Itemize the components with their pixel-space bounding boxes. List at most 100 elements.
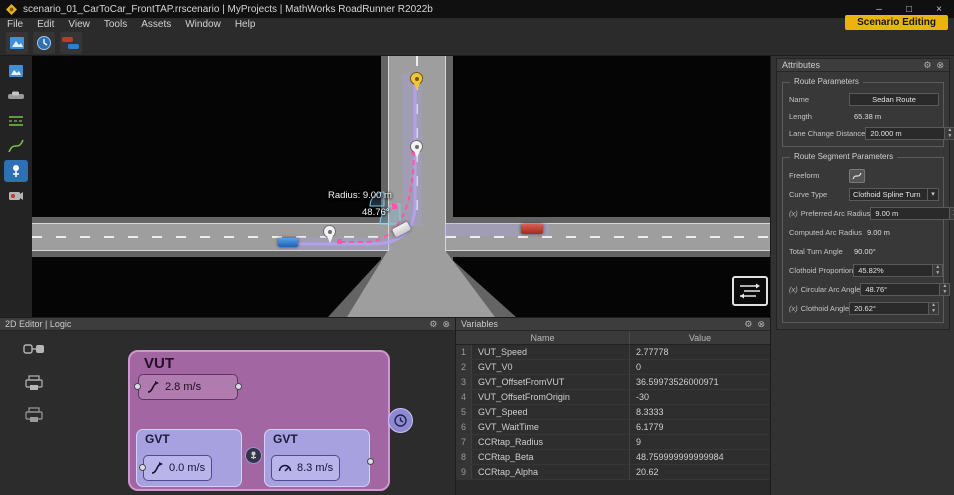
clothoid-angle-spinner[interactable]: 20.62° ▲▼	[849, 302, 939, 315]
freeform-toggle-button[interactable]	[849, 169, 865, 183]
variable-row[interactable]: 1VUT_Speed2.77778	[456, 345, 770, 360]
variable-value[interactable]: 36.59973526000971	[630, 375, 770, 389]
spinner-arrows[interactable]: ▲▼	[944, 128, 954, 139]
fx-badge[interactable]: (x)	[789, 304, 798, 313]
gear-icon[interactable]: ⚙	[429, 318, 437, 331]
output-port[interactable]	[367, 458, 374, 465]
attributes-header: Attributes ⚙ ⊗	[777, 59, 949, 72]
spin-down-icon[interactable]: ▼	[940, 290, 949, 296]
input-port[interactable]	[139, 464, 146, 471]
vehicle-asset-button[interactable]	[4, 85, 28, 107]
close-panel-icon[interactable]: ⊗	[757, 318, 765, 331]
row-number: 7	[456, 435, 472, 449]
wait-time-node[interactable]	[388, 408, 413, 433]
spin-down-icon[interactable]: ▼	[945, 134, 954, 140]
menu-help[interactable]: Help	[228, 19, 263, 30]
scenario-vehicles-button[interactable]	[60, 32, 82, 54]
variable-name: CCRtap_Alpha	[472, 465, 630, 479]
variable-row[interactable]: 5GVT_Speed8.3333	[456, 405, 770, 420]
spinner-arrows[interactable]: ▲▼	[928, 303, 938, 314]
condition-node[interactable]	[245, 447, 262, 464]
variable-value[interactable]: 9	[630, 435, 770, 449]
fx-badge[interactable]: (x)	[789, 285, 798, 294]
menu-file[interactable]: File	[0, 19, 30, 30]
output-port[interactable]	[235, 383, 242, 390]
spin-down-icon[interactable]: ▼	[929, 309, 938, 315]
variable-row[interactable]: 9CCRtap_Alpha20.62	[456, 465, 770, 480]
attributes-title: Attributes	[782, 60, 820, 70]
spin-down-icon[interactable]: ▼	[950, 214, 954, 220]
mode-badge-scenario-editing[interactable]: Scenario Editing	[845, 15, 948, 30]
input-port[interactable]	[134, 383, 141, 390]
vut-speed-action[interactable]: 2.8 m/s	[138, 374, 238, 400]
gvt-wait-node[interactable]: GVT 0.0 m/s	[136, 429, 242, 487]
vut-node[interactable]: VUT 2.8 m/s GVT 0.0 m/s	[128, 350, 390, 491]
angle-annotation: 48.76°	[362, 207, 390, 218]
close-panel-icon[interactable]: ⊗	[442, 318, 450, 331]
spin-down-icon[interactable]: ▼	[933, 271, 942, 277]
variable-value[interactable]: 20.62	[630, 465, 770, 479]
route-name-input[interactable]: Sedan Route	[849, 93, 939, 106]
timing-tool-button[interactable]	[33, 32, 55, 54]
variable-row[interactable]: 4VUT_OffsetFromOrigin-30	[456, 390, 770, 405]
row-number: 3	[456, 375, 472, 389]
variable-value[interactable]: 6.1779	[630, 420, 770, 434]
menu-view[interactable]: View	[61, 19, 97, 30]
gvt-drive-speed-action[interactable]: 8.3 m/s	[271, 455, 340, 481]
print-layout-button[interactable]	[22, 371, 46, 395]
menu-edit[interactable]: Edit	[30, 19, 61, 30]
spinner-arrows[interactable]: ▲▼	[939, 284, 949, 295]
lane-change-distance-spinner[interactable]: 20.000 m ▲▼	[865, 127, 954, 140]
variable-value[interactable]: 0	[630, 360, 770, 374]
fx-badge[interactable]: (x)	[789, 209, 798, 218]
circular-arc-angle-spinner[interactable]: 48.76° ▲▼	[860, 283, 950, 296]
column-header-value: Value	[630, 331, 770, 344]
menu-window[interactable]: Window	[178, 19, 228, 30]
road-tool-button[interactable]	[4, 110, 28, 132]
route-segment-parameters-group: Route Segment Parameters Freeform Curve …	[782, 157, 944, 323]
scene-viewport[interactable]: Radius: 9.00 m 48.76°	[32, 56, 770, 317]
curve-type-dropdown[interactable]: Clothoid Spline Turn ▾	[849, 188, 939, 201]
curve-tool-button[interactable]	[4, 135, 28, 157]
variable-value[interactable]: -30	[630, 390, 770, 404]
spinner-arrows[interactable]: ▲▼	[932, 265, 942, 276]
radius-annotation: Radius: 9.00 m	[328, 190, 392, 201]
pin-tip	[414, 83, 420, 90]
variable-row[interactable]: 6GVT_WaitTime6.1779	[456, 420, 770, 435]
gvt-wait-speed-action[interactable]: 0.0 m/s	[143, 455, 212, 481]
gear-icon[interactable]: ⚙	[923, 59, 931, 72]
variable-row[interactable]: 8CCRtap_Beta48.759999999999984	[456, 450, 770, 465]
camera-tool-button[interactable]	[4, 185, 28, 207]
variable-value[interactable]: 2.77778	[630, 345, 770, 359]
preview-pane-button[interactable]	[4, 60, 28, 82]
spinner-arrows[interactable]: ▲▼	[949, 208, 954, 219]
variable-value[interactable]: 48.759999999999984	[630, 450, 770, 464]
vut-vehicle[interactable]	[278, 238, 298, 247]
row-number: 9	[456, 465, 472, 479]
variable-row[interactable]: 2GVT_V00	[456, 360, 770, 375]
scenario-edit-tool-button[interactable]	[4, 160, 28, 182]
logic-canvas[interactable]: VUT 2.8 m/s GVT 0.0 m/s	[0, 331, 455, 495]
freeform-label: Freeform	[787, 171, 849, 180]
gvt-vehicle[interactable]	[521, 224, 543, 234]
menu-assets[interactable]: Assets	[134, 19, 178, 30]
preview-tool-button[interactable]	[6, 32, 28, 54]
clothoid-proportion-spinner[interactable]: 45.82% ▲▼	[853, 264, 943, 277]
clothoid-handle-mid[interactable]	[392, 204, 397, 209]
row-number: 6	[456, 420, 472, 434]
menu-tools[interactable]: Tools	[97, 19, 134, 30]
export-snapshot-button[interactable]	[22, 403, 46, 427]
gvt-drive-node[interactable]: GVT 8.3 m/s	[264, 429, 370, 487]
gear-icon[interactable]: ⚙	[744, 318, 752, 331]
preferred-arc-radius-spinner[interactable]: 9.00 m ▲▼	[870, 207, 954, 220]
variable-value[interactable]: 8.3333	[630, 405, 770, 419]
variable-row[interactable]: 7CCRtap_Radius9	[456, 435, 770, 450]
lane-overlay-button[interactable]	[732, 276, 768, 306]
waypoint-pin-end[interactable]	[410, 72, 424, 91]
waypoint-pin-start[interactable]	[323, 225, 337, 244]
close-panel-icon[interactable]: ⊗	[936, 59, 944, 72]
variable-row[interactable]: 3GVT_OffsetFromVUT36.59973526000971	[456, 375, 770, 390]
clothoid-handle-start[interactable]	[337, 239, 342, 244]
waypoint-pin-mid[interactable]	[410, 140, 424, 159]
link-toggle-button[interactable]	[22, 337, 46, 361]
